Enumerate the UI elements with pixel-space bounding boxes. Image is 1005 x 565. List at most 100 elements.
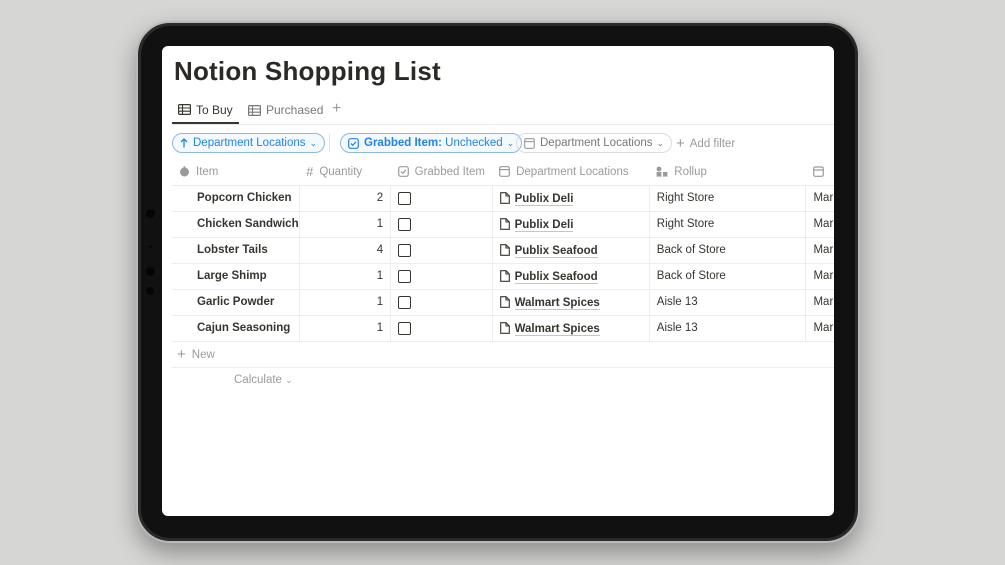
item-cell[interactable]: Cajun Seasoning (172, 315, 300, 342)
relation-link[interactable]: Walmart Spices (514, 296, 600, 310)
department-cell[interactable]: Publix Deli (492, 211, 650, 238)
chevron-down-icon: ⌄ (285, 375, 293, 385)
arrow-up-icon (180, 138, 188, 148)
department-cell[interactable]: Walmart Spices (492, 315, 650, 342)
table-row[interactable]: Chicken Sandwich 1 Publix Deli Right Store M… (172, 211, 834, 238)
table-row[interactable]: Popcorn Chicken 2 Publix Deli Right Store Ma… (172, 185, 834, 212)
add-view-button[interactable]: + (332, 100, 341, 118)
tab-label: Purchased (266, 103, 324, 117)
department-cell[interactable]: Publix Seafood (492, 237, 650, 264)
relation-link[interactable]: Publix Deli (514, 192, 574, 206)
quantity-cell[interactable]: 1 (299, 263, 392, 290)
side-dot (149, 245, 152, 248)
table-row[interactable]: Large Shimp 1 Publix Seafood Back of Store M… (172, 263, 834, 290)
relation-icon (524, 137, 535, 149)
page-title: Notion Shopping List (174, 56, 441, 86)
grabbed-item-cell[interactable] (390, 237, 493, 264)
page-icon (499, 295, 510, 308)
item-cell[interactable]: Lobster Tails (172, 237, 300, 264)
chevron-down-icon: ⌄ (506, 137, 515, 148)
item-cell[interactable]: Popcorn Chicken (172, 185, 300, 212)
tab-to-buy[interactable]: To Buy (172, 97, 239, 124)
calendar-icon (813, 166, 824, 178)
table-icon (248, 104, 261, 116)
number-icon: # (306, 164, 314, 180)
page-icon (499, 217, 510, 230)
date-cell[interactable]: Mar (805, 185, 834, 212)
tab-purchased[interactable]: Purchased (242, 97, 329, 123)
column-header-item[interactable]: Item (172, 159, 300, 186)
checkbox[interactable] (398, 243, 412, 257)
relation-icon (499, 166, 510, 178)
department-cell[interactable]: Publix Deli (492, 185, 650, 212)
table-icon (178, 104, 191, 115)
checkbox[interactable] (398, 191, 412, 205)
relation-link[interactable]: Publix Seafood (514, 244, 598, 258)
checkbox-icon (397, 166, 409, 178)
quantity-cell[interactable]: 1 (299, 289, 392, 316)
grabbed-item-cell[interactable] (390, 289, 493, 316)
sort-pill[interactable]: Department Locations ⌄ (172, 133, 326, 153)
table-row[interactable]: Cajun Seasoning 1 Walmart Spices Aisle 13 Ma… (172, 315, 834, 342)
side-button (146, 209, 155, 218)
rollup-cell: Back of Store (649, 237, 807, 264)
rollup-cell: Aisle 13 (649, 289, 807, 316)
date-cell[interactable]: Mar (805, 211, 834, 238)
notion-page: Notion Shopping List To Buy Purchased + … (162, 46, 834, 516)
checkbox[interactable] (398, 217, 412, 231)
new-label: New (191, 348, 215, 361)
page-icon (499, 321, 510, 334)
filter-label: Grabbed Item: (364, 137, 442, 149)
grabbed-item-cell[interactable] (390, 211, 493, 238)
tab-label: To Buy (196, 102, 233, 117)
column-header-rollup[interactable]: Rollup (649, 159, 806, 186)
date-cell[interactable]: Mar (805, 263, 834, 290)
column-header-label: Rollup (674, 165, 707, 178)
relation-link[interactable]: Publix Seafood (514, 270, 598, 284)
add-filter-label: Add filter (689, 137, 736, 150)
checkbox[interactable] (398, 295, 412, 309)
quantity-cell[interactable]: 1 (299, 211, 392, 238)
date-cell[interactable]: Mar (805, 289, 834, 316)
column-header-label: Grabbed Item (414, 165, 485, 178)
chevron-down-icon: ⌄ (309, 137, 318, 148)
quantity-cell[interactable]: 4 (299, 237, 392, 264)
grabbed-item-cell[interactable] (390, 315, 493, 342)
side-button (146, 287, 154, 295)
table-row[interactable]: Garlic Powder 1 Walmart Spices Aisle 13 Mar (172, 289, 834, 316)
grabbed-item-cell[interactable] (390, 263, 493, 290)
calculate-button[interactable]: Calculate ⌄ (234, 374, 293, 386)
rollup-cell: Back of Store (649, 263, 807, 290)
new-row-button[interactable]: + New (172, 342, 834, 368)
date-cell[interactable]: Mar (805, 237, 834, 264)
tablet-device: Notion Shopping List To Buy Purchased + … (136, 21, 860, 543)
quantity-cell[interactable]: 2 (299, 185, 392, 212)
column-header-date[interactable] (805, 159, 834, 186)
page-icon (499, 269, 510, 282)
filter-label: Department Locations (540, 137, 653, 149)
item-cell[interactable]: Chicken Sandwich (172, 211, 300, 238)
column-header-grabbed-item[interactable]: Grabbed Item (390, 159, 493, 186)
side-button (146, 267, 155, 276)
department-cell[interactable]: Publix Seafood (492, 263, 650, 290)
checkbox[interactable] (398, 321, 412, 335)
column-header-quantity[interactable]: # Quantity (299, 159, 391, 186)
relation-link[interactable]: Publix Deli (514, 218, 574, 232)
relation-link[interactable]: Walmart Spices (514, 322, 600, 336)
department-cell[interactable]: Walmart Spices (492, 289, 650, 316)
rollup-icon (656, 166, 668, 177)
column-header-department-locations[interactable]: Department Locations (492, 159, 650, 186)
filter-bar: Department Locations ⌄ Grabbed Item: Unc… (172, 133, 834, 155)
item-cell[interactable]: Large Shimp (172, 263, 300, 290)
add-filter-button[interactable]: + Add filter (676, 135, 735, 152)
item-cell[interactable]: Garlic Powder (172, 289, 300, 316)
table-row[interactable]: Lobster Tails 4 Publix Seafood Back of Stor… (172, 237, 834, 264)
checkbox[interactable] (398, 269, 412, 283)
column-header-label: Item (196, 165, 219, 178)
filter-grabbed-item[interactable]: Grabbed Item: Unchecked ⌄ (340, 133, 523, 153)
date-cell[interactable]: Mar (805, 315, 834, 342)
checkbox-icon (348, 137, 359, 149)
grabbed-item-cell[interactable] (390, 185, 493, 212)
quantity-cell[interactable]: 1 (299, 315, 392, 342)
filter-department-locations[interactable]: Department Locations ⌄ (516, 133, 673, 153)
